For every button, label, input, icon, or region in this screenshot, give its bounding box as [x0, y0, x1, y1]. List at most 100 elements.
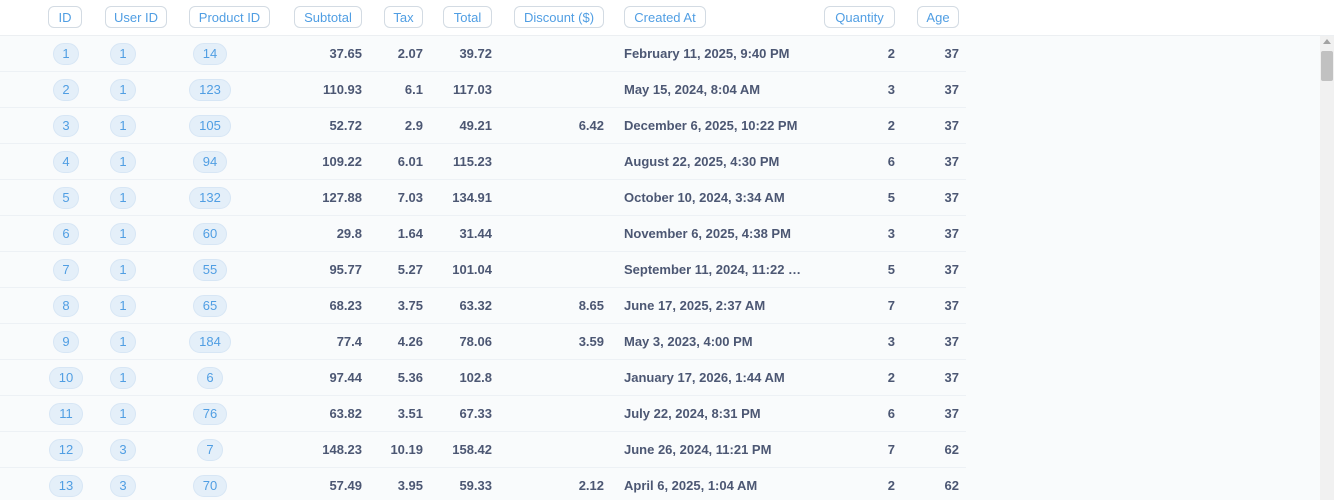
cell-created-at: February 11, 2025, 9:40 PM	[624, 46, 790, 61]
cell-discount	[514, 180, 604, 215]
cell-product-id[interactable]: 70	[193, 475, 227, 497]
cell-discount: 6.42	[578, 118, 604, 133]
cell-user-id[interactable]: 1	[110, 259, 136, 281]
cell-user-id[interactable]: 1	[110, 43, 136, 65]
table-row[interactable]: 13 3 70 57.49 3.95 59.33 2.12 April 6, 2025, 1:…	[0, 468, 966, 500]
cell-user-id[interactable]: 1	[110, 295, 136, 317]
cell-user-id[interactable]: 1	[110, 223, 136, 245]
cell-age: 37	[944, 154, 959, 169]
cell-id[interactable]: 11	[49, 403, 83, 425]
column-header-total[interactable]: Total	[443, 6, 492, 28]
cell-age: 37	[944, 118, 959, 133]
cell-product-id[interactable]: 60	[193, 223, 227, 245]
cell-product-id[interactable]: 76	[193, 403, 227, 425]
cell-user-id[interactable]: 1	[110, 331, 136, 353]
cell-age: 37	[944, 262, 959, 277]
column-header-quantity[interactable]: Quantity	[824, 6, 895, 28]
table-row[interactable]: 5 1 132 127.88 7.03 134.91 October 10, 2024, 3…	[0, 180, 966, 216]
cell-created-at: August 22, 2025, 4:30 PM	[624, 154, 780, 169]
cell-product-id[interactable]: 14	[193, 43, 227, 65]
table-row[interactable]: 6 1 60 29.8 1.64 31.44 November 6, 2025, 4:38 …	[0, 216, 966, 252]
cell-product-id[interactable]: 6	[197, 367, 223, 389]
cell-age: 37	[944, 46, 959, 61]
table-row[interactable]: 2 1 123 110.93 6.1 117.03 May 15, 2024, 8:04 A…	[0, 72, 966, 108]
table-body: 1 1 14 37.65 2.07 39.72 February 11, 2025, 9:4…	[0, 36, 1320, 500]
cell-product-id[interactable]: 94	[193, 151, 227, 173]
cell-user-id[interactable]: 1	[110, 115, 136, 137]
cell-id[interactable]: 1	[53, 43, 79, 65]
table-row[interactable]: 4 1 94 109.22 6.01 115.23 August 22, 2025, 4:3…	[0, 144, 966, 180]
cell-product-id[interactable]: 105	[189, 115, 231, 137]
column-header-id[interactable]: ID	[48, 6, 82, 28]
cell-user-id[interactable]: 1	[110, 403, 136, 425]
cell-discount	[514, 432, 604, 467]
cell-total: 59.33	[459, 478, 492, 493]
cell-age: 62	[944, 442, 959, 457]
cell-id[interactable]: 6	[53, 223, 79, 245]
cell-id[interactable]: 12	[49, 439, 83, 461]
scrollbar-thumb[interactable]	[1321, 51, 1333, 81]
cell-discount	[514, 144, 604, 179]
cell-id[interactable]: 5	[53, 187, 79, 209]
table-row[interactable]: 9 1 184 77.4 4.26 78.06 3.59 May 3, 2023, 4:00 …	[0, 324, 966, 360]
cell-user-id[interactable]: 1	[110, 151, 136, 173]
cell-id[interactable]: 10	[49, 367, 83, 389]
cell-created-at: September 11, 2024, 11:22 …	[624, 262, 802, 277]
cell-created-at: July 22, 2024, 8:31 PM	[624, 406, 761, 421]
table-row[interactable]: 10 1 6 97.44 5.36 102.8 January 17, 2026, 1:44…	[0, 360, 966, 396]
column-header-age[interactable]: Age	[917, 6, 959, 28]
table-row[interactable]: 11 1 76 63.82 3.51 67.33 July 22, 2024, 8:31 P…	[0, 396, 966, 432]
cell-user-id[interactable]: 3	[110, 439, 136, 461]
cell-product-id[interactable]: 132	[189, 187, 231, 209]
cell-id[interactable]: 3	[53, 115, 79, 137]
table-row[interactable]: 7 1 55 95.77 5.27 101.04 September 11, 2024, 1…	[0, 252, 966, 288]
cell-age: 37	[944, 226, 959, 241]
cell-total: 134.91	[452, 190, 492, 205]
cell-discount: 3.59	[578, 334, 604, 349]
column-header-product-id[interactable]: Product ID	[189, 6, 270, 28]
cell-id[interactable]: 8	[53, 295, 79, 317]
cell-user-id[interactable]: 1	[110, 367, 136, 389]
cell-total: 78.06	[459, 334, 492, 349]
cell-age: 62	[944, 478, 959, 493]
cell-id[interactable]: 2	[53, 79, 79, 101]
cell-discount: 2.12	[578, 478, 604, 493]
column-header-tax[interactable]: Tax	[384, 6, 423, 28]
table-row[interactable]: 3 1 105 52.72 2.9 49.21 6.42 December 6, 2025, …	[0, 108, 966, 144]
column-header-discount[interactable]: Discount ($)	[514, 6, 604, 28]
cell-id[interactable]: 13	[49, 475, 83, 497]
cell-product-id[interactable]: 123	[189, 79, 231, 101]
table-row[interactable]: 1 1 14 37.65 2.07 39.72 February 11, 2025, 9:4…	[0, 36, 966, 72]
cell-user-id[interactable]: 3	[110, 475, 136, 497]
cell-id[interactable]: 4	[53, 151, 79, 173]
cell-total: 102.8	[459, 370, 492, 385]
cell-id[interactable]: 7	[53, 259, 79, 281]
cell-created-at: April 6, 2025, 1:04 AM	[624, 478, 758, 493]
cell-product-id[interactable]: 7	[197, 439, 223, 461]
cell-product-id[interactable]: 55	[193, 259, 227, 281]
cell-discount: 8.65	[578, 298, 604, 313]
cell-discount	[514, 360, 604, 395]
cell-user-id[interactable]: 1	[110, 187, 136, 209]
cell-age: 37	[944, 190, 959, 205]
cell-created-at: November 6, 2025, 4:38 PM	[624, 226, 791, 241]
cell-discount	[514, 252, 604, 287]
cell-created-at: December 6, 2025, 10:22 PM	[624, 118, 798, 133]
cell-product-id[interactable]: 65	[193, 295, 227, 317]
cell-age: 37	[944, 406, 959, 421]
cell-user-id[interactable]: 1	[110, 79, 136, 101]
vertical-scrollbar[interactable]	[1320, 36, 1334, 500]
cell-product-id[interactable]: 184	[189, 331, 231, 353]
column-header-subtotal[interactable]: Subtotal	[294, 6, 362, 28]
cell-created-at: May 15, 2024, 8:04 AM	[624, 82, 761, 97]
cell-id[interactable]: 9	[53, 331, 79, 353]
table-row[interactable]: 8 1 65 68.23 3.75 63.32 8.65 June 17, 2025, 2:3…	[0, 288, 966, 324]
cell-discount	[514, 216, 604, 251]
scroll-up-arrow-icon[interactable]	[1323, 39, 1331, 44]
column-header-user-id[interactable]: User ID	[105, 6, 167, 28]
cell-total: 49.21	[459, 118, 492, 133]
table-row[interactable]: 12 3 7 148.23 10.19 158.42 June 26, 2024, 11:2…	[0, 432, 966, 468]
cell-total: 158.42	[452, 442, 492, 457]
cell-total: 117.03	[452, 82, 492, 97]
column-header-created-at[interactable]: Created At	[624, 6, 706, 28]
